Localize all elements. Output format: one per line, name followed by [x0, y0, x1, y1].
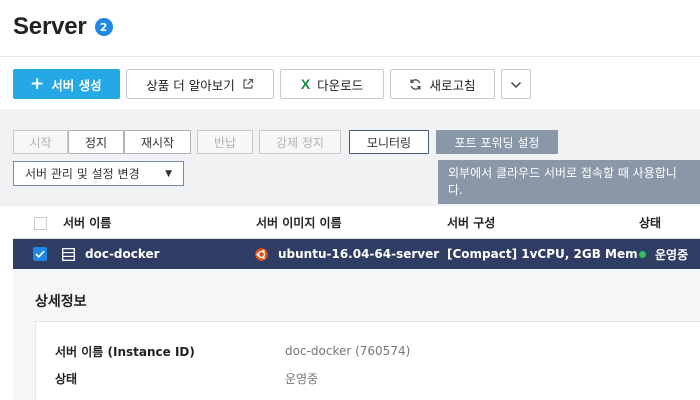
detail-value: doc-docker (760574) [285, 344, 411, 358]
page-title: Server [13, 13, 87, 40]
ubuntu-icon [255, 247, 268, 261]
detail-label: 서버 이름 (Instance ID) [55, 344, 195, 359]
action-buttons: 시작 정지 재시작 반납 강제 정지 모니터링 포트 포워딩 설정 [13, 130, 558, 154]
server-name-cell: doc-docker [62, 239, 160, 269]
return-button[interactable]: 반납 [197, 130, 253, 154]
column-header[interactable]: 상태 [639, 206, 661, 238]
detail-label: 상태 [55, 371, 78, 386]
chevron-down-icon [510, 77, 522, 92]
restart-button[interactable]: 재시작 [124, 130, 191, 154]
server-image-cell: ubuntu-16.04-64-server [255, 239, 439, 269]
more-options-button[interactable] [501, 69, 531, 99]
detail-card: 서버 이름 (Instance ID) doc-docker (760574) … [35, 321, 700, 400]
count-badge: 2 [94, 18, 113, 36]
table-header: 서버 이름 서버 이미지 이름 서버 구성 상태 [13, 206, 700, 239]
page-header: Server 2 [13, 12, 113, 42]
monitoring-button[interactable]: 모니터링 [349, 130, 429, 154]
plus-icon: + [30, 73, 45, 94]
column-header[interactable]: 서버 구성 [447, 206, 495, 238]
manage-settings-label: 서버 관리 및 설정 변경 [25, 167, 140, 181]
detail-value: 운영중 [285, 371, 319, 386]
download-label: 다운로드 [317, 77, 364, 93]
row-checkbox[interactable] [33, 247, 47, 261]
server-icon [62, 247, 75, 261]
toolbar: + 서버 생성 상품 더 알아보기 X 다운로드 새로고침 [13, 69, 531, 99]
force-stop-button[interactable]: 강제 정지 [259, 130, 341, 154]
column-header[interactable]: 서버 이미지 이름 [256, 206, 342, 238]
table-row[interactable]: doc-docker ubuntu-16.04-64-server [Compa… [13, 239, 700, 269]
detail-row: 상태 운영중 [36, 369, 700, 387]
port-forwarding-tooltip: 외부에서 클라우드 서버로 접속할 때 사용합니다. [438, 160, 700, 204]
server-status: 운영중 [655, 247, 689, 262]
manage-settings-dropdown[interactable]: 서버 관리 및 설정 변경 ▼ [13, 161, 184, 186]
server-status-cell: 운영중 [639, 239, 688, 269]
create-server-button[interactable]: + 서버 생성 [13, 69, 120, 99]
header-divider [0, 56, 700, 57]
status-indicator [639, 250, 646, 258]
download-button[interactable]: X 다운로드 [280, 69, 384, 99]
column-header[interactable]: 서버 이름 [63, 206, 111, 238]
start-button[interactable]: 시작 [13, 130, 68, 154]
refresh-label: 새로고침 [429, 77, 476, 93]
detail-row: 서버 이름 (Instance ID) doc-docker (760574) [36, 342, 700, 360]
server-name: doc-docker [85, 247, 160, 261]
refresh-button[interactable]: 새로고침 [390, 69, 495, 99]
learn-more-button[interactable]: 상품 더 알아보기 [126, 69, 274, 99]
create-server-label: 서버 생성 [51, 77, 102, 93]
refresh-icon [409, 78, 422, 91]
select-all-checkbox[interactable] [34, 217, 47, 230]
caret-down-icon: ▼ [165, 168, 172, 179]
port-forwarding-button[interactable]: 포트 포워딩 설정 [436, 130, 558, 154]
external-link-icon [242, 78, 254, 90]
server-spec: [Compact] 1vCPU, 2GB Mem [447, 247, 638, 261]
server-image-name: ubuntu-16.04-64-server [278, 247, 440, 261]
detail-heading: 상세정보 [35, 294, 87, 310]
excel-icon: X [300, 76, 311, 92]
learn-more-label: 상품 더 알아보기 [146, 77, 235, 93]
stop-button[interactable]: 정지 [68, 130, 124, 154]
